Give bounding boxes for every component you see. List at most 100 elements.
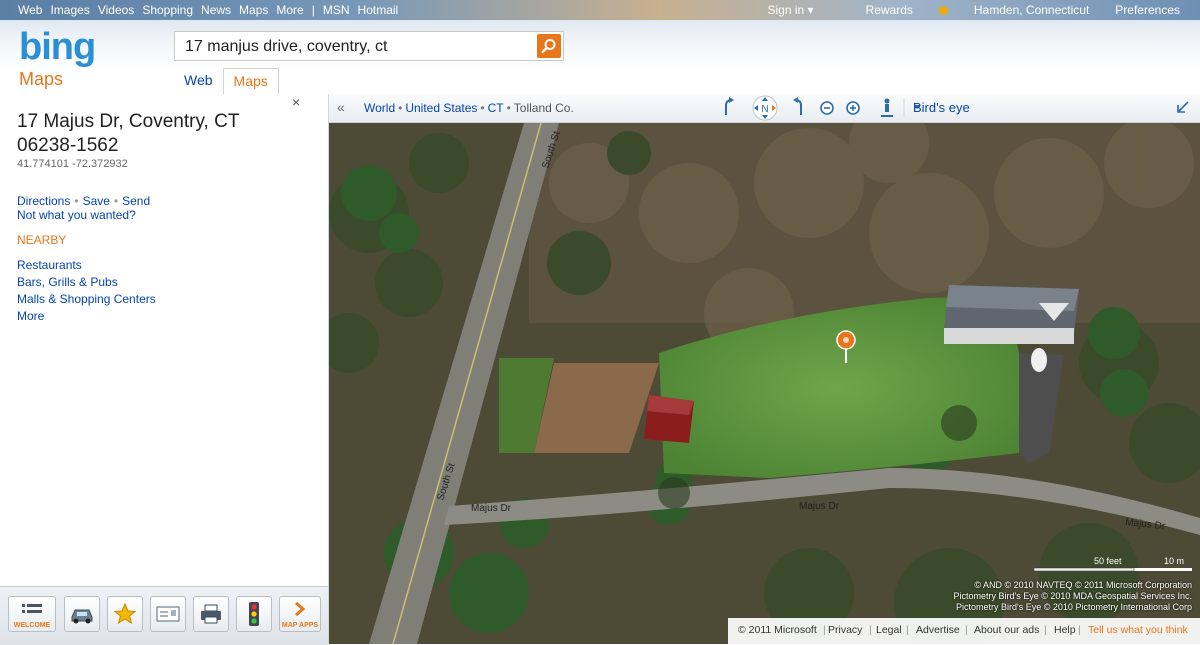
footer-separator: | xyxy=(906,624,909,636)
bottom-toolbar: WELCOME MAP APPS xyxy=(0,586,328,645)
attribution-line-1: © AND © 2010 NAVTEQ © 2011 Microsoft Cor… xyxy=(974,580,1192,590)
printer-icon xyxy=(201,604,221,624)
footer-legal-link[interactable]: Legal xyxy=(876,624,902,636)
sign-in-link[interactable]: Sign in ▾ xyxy=(767,3,813,17)
close-panel-button[interactable]: × xyxy=(292,94,300,110)
not-what-you-wanted-link[interactable]: Not what you wanted? xyxy=(17,208,136,222)
search-tabs: Web Maps xyxy=(174,68,279,94)
tab-web[interactable]: Web xyxy=(174,68,223,94)
road-label-majus-mid: Majus Dr xyxy=(799,501,840,512)
breadcrumb-ct[interactable]: CT xyxy=(488,101,504,115)
print-button[interactable] xyxy=(193,596,229,632)
breadcrumb-separator: • xyxy=(480,101,485,115)
rewards-coin-icon xyxy=(938,6,948,15)
map-scale: 50 feet 10 m xyxy=(1033,556,1192,576)
collapse-panel-icon[interactable]: « xyxy=(337,99,345,115)
nav-link-videos[interactable]: Videos xyxy=(98,3,134,17)
footer-separator: | xyxy=(965,624,968,636)
nearby-item-more[interactable]: More xyxy=(17,308,156,325)
search-button[interactable] xyxy=(537,34,561,58)
breadcrumb-tolland: Tolland Co. xyxy=(513,101,574,115)
footer-privacy-link[interactable]: Privacy xyxy=(828,624,862,636)
road-label-majus-left: Majus Dr xyxy=(471,503,512,514)
star-icon xyxy=(113,602,137,625)
breadcrumb-separator: • xyxy=(398,101,403,115)
save-link[interactable]: Save xyxy=(83,194,110,208)
streetside-person-icon[interactable] xyxy=(881,98,893,117)
top-nav-links: Web Images Videos Shopping News Maps Mor… xyxy=(18,3,406,17)
product-title: Maps xyxy=(19,69,64,89)
results-panel: × 17 Majus Dr, Coventry, CT 06238-1562 4… xyxy=(0,94,329,644)
search-input[interactable] xyxy=(183,37,527,57)
bing-logo[interactable]: bing xyxy=(19,26,96,69)
header: bing Maps Web Maps xyxy=(0,20,1200,94)
house-roof xyxy=(944,285,1079,344)
favorites-button[interactable] xyxy=(107,596,143,632)
map-apps-button[interactable]: MAP APPS xyxy=(279,596,321,632)
top-nav-right: Sign in ▾ Rewards Hamden, Connecticut Pr… xyxy=(741,3,1180,17)
breadcrumb-separator: • xyxy=(506,101,511,115)
compass-icon[interactable]: N xyxy=(752,95,778,121)
welcome-label: WELCOME xyxy=(13,622,51,629)
breadcrumb-united-states[interactable]: United States xyxy=(405,101,477,115)
attribution-line-3: Pictometry Bird's Eye © 2010 Pictometry … xyxy=(956,602,1192,612)
preferences-link[interactable]: Preferences xyxy=(1115,3,1180,17)
footer-separator: | xyxy=(1044,624,1047,636)
top-nav-bar: Web Images Videos Shopping News Maps Mor… xyxy=(0,0,1200,20)
map-attribution: © AND © 2010 NAVTEQ © 2011 Microsoft Cor… xyxy=(890,580,1192,613)
send-link[interactable]: Send xyxy=(122,194,150,208)
footer-separator: | xyxy=(1078,624,1081,636)
search-icon xyxy=(541,39,556,54)
nearby-list: Restaurants Bars, Grills & Pubs Malls & … xyxy=(17,257,156,325)
nav-link-hotmail[interactable]: Hotmail xyxy=(358,3,399,17)
scale-meters: 10 m xyxy=(1164,556,1184,566)
north-label: N xyxy=(761,104,768,115)
chevron-right-icon xyxy=(295,601,306,617)
birds-eye-view-button[interactable]: Bird's eye xyxy=(913,100,970,115)
zoom-in-icon[interactable] xyxy=(846,101,860,115)
expand-icon[interactable] xyxy=(1176,100,1190,114)
footer-separator: | xyxy=(869,624,872,636)
breadcrumb-world[interactable]: World xyxy=(364,101,395,115)
nav-link-news[interactable]: News xyxy=(201,3,231,17)
action-separator: • xyxy=(113,194,119,208)
rotate-left-icon[interactable] xyxy=(725,97,734,115)
nav-link-more[interactable]: More xyxy=(276,3,303,17)
nav-link-maps[interactable]: Maps xyxy=(239,3,268,17)
nav-link-web[interactable]: Web xyxy=(18,3,42,17)
nearby-heading: NEARBY xyxy=(17,233,67,247)
card-icon xyxy=(156,606,180,622)
search-box xyxy=(174,31,564,61)
zoom-out-icon[interactable] xyxy=(820,101,834,115)
directions-car-button[interactable] xyxy=(64,596,100,632)
rewards-link[interactable]: Rewards xyxy=(840,3,948,17)
map-apps-label: MAP APPS xyxy=(281,622,319,629)
footer-help-link[interactable]: Help xyxy=(1054,624,1076,636)
attribution-line-2: Pictometry Bird's Eye © 2010 MDA Geospat… xyxy=(953,591,1192,601)
logo-text: bing xyxy=(19,26,96,68)
address-line-1: 17 Majus Dr, Coventry, CT xyxy=(17,111,240,132)
car-icon xyxy=(71,609,93,624)
footer-advertise-link[interactable]: Advertise xyxy=(916,624,960,636)
tab-maps[interactable]: Maps xyxy=(222,68,279,94)
nearby-item-malls[interactable]: Malls & Shopping Centers xyxy=(17,291,156,308)
footer-feedback-link[interactable]: Tell us what you think xyxy=(1088,624,1188,636)
traffic-button[interactable] xyxy=(236,596,272,632)
nav-link-images[interactable]: Images xyxy=(50,3,89,17)
scale-feet: 50 feet xyxy=(1094,556,1122,566)
welcome-button[interactable]: WELCOME xyxy=(8,596,56,632)
footer-about-ads-link[interactable]: About our ads xyxy=(974,624,1039,636)
nav-link-msn[interactable]: MSN xyxy=(323,3,350,17)
nav-link-shopping[interactable]: Shopping xyxy=(142,3,193,17)
nearby-item-restaurants[interactable]: Restaurants xyxy=(17,257,156,274)
location-link[interactable]: Hamden, Connecticut xyxy=(974,3,1089,17)
share-card-button[interactable] xyxy=(150,596,186,632)
rotate-right-icon[interactable] xyxy=(793,97,802,115)
footer: © 2011 Microsoft | Privacy | Legal | Adv… xyxy=(728,618,1200,644)
list-icon xyxy=(22,604,42,613)
map-toolbar: « World • United States • CT • Tolland Co. N B… xyxy=(329,94,1200,123)
address-line-2: 06238-1562 xyxy=(17,135,119,156)
directions-link[interactable]: Directions xyxy=(17,194,70,208)
coordinates: 41.774101 -72.372932 xyxy=(17,158,128,170)
nearby-item-bars[interactable]: Bars, Grills & Pubs xyxy=(17,274,156,291)
